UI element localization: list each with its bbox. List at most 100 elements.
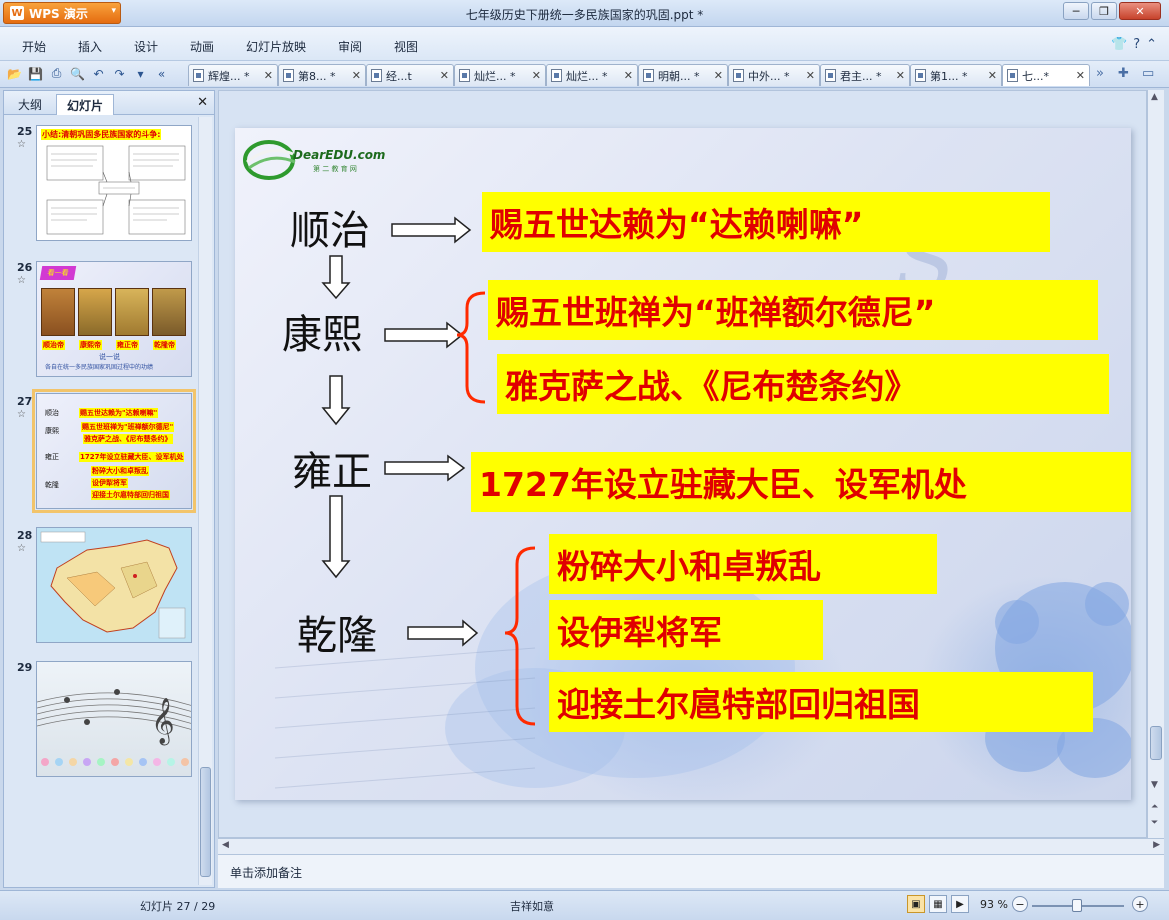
slide-27[interactable]: S m DearEDU.com 第 二 教 育 网 顺治 康熙 雍正 乾隆: [235, 128, 1131, 800]
notes-pane[interactable]: 单击添加备注: [218, 854, 1164, 888]
tab-list-icon[interactable]: ▭: [1142, 66, 1154, 81]
slide-thumbnail-25[interactable]: 小结:清朝巩固多民族国家的斗争:: [36, 125, 192, 241]
achievement-box-shunzhi[interactable]: 赐五世达赖为“达赖喇嘛”: [482, 192, 1050, 252]
print-icon[interactable]: ⎙: [48, 65, 65, 82]
achievement-box-qianlong-2[interactable]: 设伊犁将军: [549, 600, 823, 660]
redo-icon[interactable]: ↷: [111, 65, 128, 82]
close-icon[interactable]: ✕: [624, 69, 633, 82]
menu-home[interactable]: 开始: [22, 38, 46, 55]
achievement-box-qianlong-1[interactable]: 粉碎大小和卓叛乱: [549, 534, 937, 594]
thumb-item: 迎接土尔扈特部回归祖国: [91, 490, 170, 500]
left-bracket: [504, 546, 536, 726]
achievement-box-qianlong-3[interactable]: 迎接土尔扈特部回归祖国: [549, 672, 1093, 732]
doc-tab[interactable]: 经...t ✕: [366, 64, 454, 86]
star-icon: ☆: [17, 409, 26, 420]
close-icon[interactable]: ✕: [532, 69, 541, 82]
zoom-out-icon[interactable]: −: [1012, 896, 1028, 912]
slide-number: 27: [17, 395, 33, 408]
menu-design[interactable]: 设计: [134, 38, 158, 55]
close-icon[interactable]: ✕: [264, 69, 273, 82]
scroll-thumb[interactable]: [200, 767, 211, 877]
panel-scrollbar[interactable]: [198, 117, 212, 885]
close-icon[interactable]: ✕: [1076, 69, 1085, 82]
save-icon[interactable]: 💾: [27, 65, 44, 82]
thumb-item: 赐五世班禅为"班禅额尔德尼": [81, 422, 175, 432]
svg-text:𝄞: 𝄞: [151, 698, 175, 746]
close-icon[interactable]: ✕: [440, 69, 449, 82]
doc-tab[interactable]: 第1... * ✕: [910, 64, 1002, 86]
print-preview-icon[interactable]: 🔍: [69, 65, 86, 82]
scroll-right-icon[interactable]: ▶: [1153, 840, 1160, 850]
doc-tab[interactable]: 第8... * ✕: [278, 64, 366, 86]
scroll-down-icon[interactable]: ▼: [1151, 780, 1158, 790]
thumb-item: 粉碎大小和卓叛乱: [91, 466, 149, 476]
vertical-scrollbar[interactable]: ▲ ▼ ⏶ ⏷: [1147, 90, 1164, 838]
close-icon[interactable]: ✕: [197, 95, 208, 110]
close-icon[interactable]: ✕: [806, 69, 815, 82]
minimize-button[interactable]: ─: [1063, 2, 1089, 20]
help-icon[interactable]: ?: [1133, 37, 1140, 52]
doc-tab-active[interactable]: 七...* ✕: [1002, 64, 1090, 86]
scroll-thumb[interactable]: [1150, 726, 1162, 760]
slide-number: 26: [17, 261, 33, 274]
slide-thumbnail-26[interactable]: 看一看 顺治帝 康熙帝 雍正帝 乾隆帝 说一说 各自在统一多民族国家巩固过程中的…: [36, 261, 192, 377]
scroll-up-icon[interactable]: ▲: [1151, 92, 1158, 102]
shirt-icon[interactable]: 👕: [1111, 37, 1127, 52]
close-icon[interactable]: ✕: [988, 69, 997, 82]
zoom-slider-handle[interactable]: [1072, 899, 1082, 912]
thumb-name: 康熙帝: [79, 340, 102, 350]
menu-view[interactable]: 视图: [394, 38, 418, 55]
menu-insert[interactable]: 插入: [78, 38, 102, 55]
thumb-caption: 各自在统一多民族国家巩固过程中的功绩: [45, 364, 154, 371]
left-bracket: [456, 291, 486, 404]
document-icon: [643, 69, 654, 82]
undo-icon[interactable]: ↶: [90, 65, 107, 82]
customize-icon[interactable]: ▾: [132, 65, 149, 82]
slide-thumbnail-28[interactable]: [36, 527, 192, 643]
slideshow-view-icon[interactable]: ▶: [951, 895, 969, 913]
menu-review[interactable]: 审阅: [338, 38, 362, 55]
doc-tab[interactable]: 灿烂... * ✕: [454, 64, 546, 86]
doc-tab[interactable]: 君主... * ✕: [820, 64, 910, 86]
achievement-box-kangxi-2[interactable]: 雅克萨之战、《尼布楚条约》: [497, 354, 1109, 414]
new-tab-icon[interactable]: ✚: [1118, 66, 1129, 81]
tab-scroll-left-icon[interactable]: «: [153, 65, 170, 82]
zoom-in-icon[interactable]: +: [1132, 896, 1148, 912]
close-icon[interactable]: ✕: [714, 69, 723, 82]
scroll-left-icon[interactable]: ◀: [222, 840, 229, 850]
menu-animation[interactable]: 动画: [190, 38, 214, 55]
next-slide-icon[interactable]: ⏷: [1151, 818, 1158, 828]
doc-tab[interactable]: 明朝... * ✕: [638, 64, 728, 86]
menu-slideshow[interactable]: 幻灯片放映: [246, 38, 306, 55]
close-icon[interactable]: ✕: [896, 69, 905, 82]
status-bar: 幻灯片 27 / 29 吉祥如意 ▣ ▦ ▶ 93 % − +: [0, 890, 1169, 920]
achievement-box-yongzheng[interactable]: 1727年设立驻藏大臣、设军机处: [471, 452, 1131, 512]
doc-tab[interactable]: 辉煌... * ✕: [188, 64, 278, 86]
menu-bar: 开始 插入 设计 动画 幻灯片放映 审阅 视图 👕 ? ⌃: [0, 27, 1169, 61]
tab-scroll-right-icon[interactable]: »: [1096, 66, 1104, 81]
portrait-image: [41, 288, 75, 336]
horizontal-scrollbar[interactable]: ◀ ▶: [218, 838, 1164, 854]
doc-tab[interactable]: 灿烂... * ✕: [546, 64, 638, 86]
open-folder-icon[interactable]: 📂: [6, 65, 23, 82]
slide-counter: 幻灯片 27 / 29: [140, 900, 216, 913]
document-icon: [283, 69, 294, 82]
tab-outline[interactable]: 大纲: [8, 94, 52, 115]
ribbon-toggle-icon[interactable]: ⌃: [1146, 37, 1157, 52]
portrait-image: [78, 288, 112, 336]
slide-thumbnail-29[interactable]: 𝄞: [36, 661, 192, 777]
doc-tab[interactable]: 中外... * ✕: [728, 64, 820, 86]
restore-button[interactable]: ❐: [1091, 2, 1117, 20]
previous-slide-icon[interactable]: ⏶: [1151, 802, 1158, 812]
zoom-level: 93 %: [980, 898, 1008, 911]
title-bar: W WPS 演示 ▾ 七年级历史下册统一多民族国家的巩固.ppt * ─ ❐ ✕: [0, 0, 1169, 27]
close-icon[interactable]: ✕: [352, 69, 361, 82]
thumb-emperor: 雍正: [45, 453, 59, 461]
slide-sorter-view-icon[interactable]: ▦: [929, 895, 947, 913]
slide-thumbnail-27[interactable]: 顺治 康熙 雍正 乾隆 赐五世达赖为"达赖喇嘛" 赐五世班禅为"班禅额尔德尼" …: [32, 389, 196, 513]
china-map-image: [40, 531, 186, 639]
normal-view-icon[interactable]: ▣: [907, 895, 925, 913]
close-button[interactable]: ✕: [1119, 2, 1161, 20]
achievement-box-kangxi-1[interactable]: 赐五世班禅为“班禅额尔德尼”: [488, 280, 1098, 340]
tab-slides[interactable]: 幻灯片: [56, 94, 115, 115]
